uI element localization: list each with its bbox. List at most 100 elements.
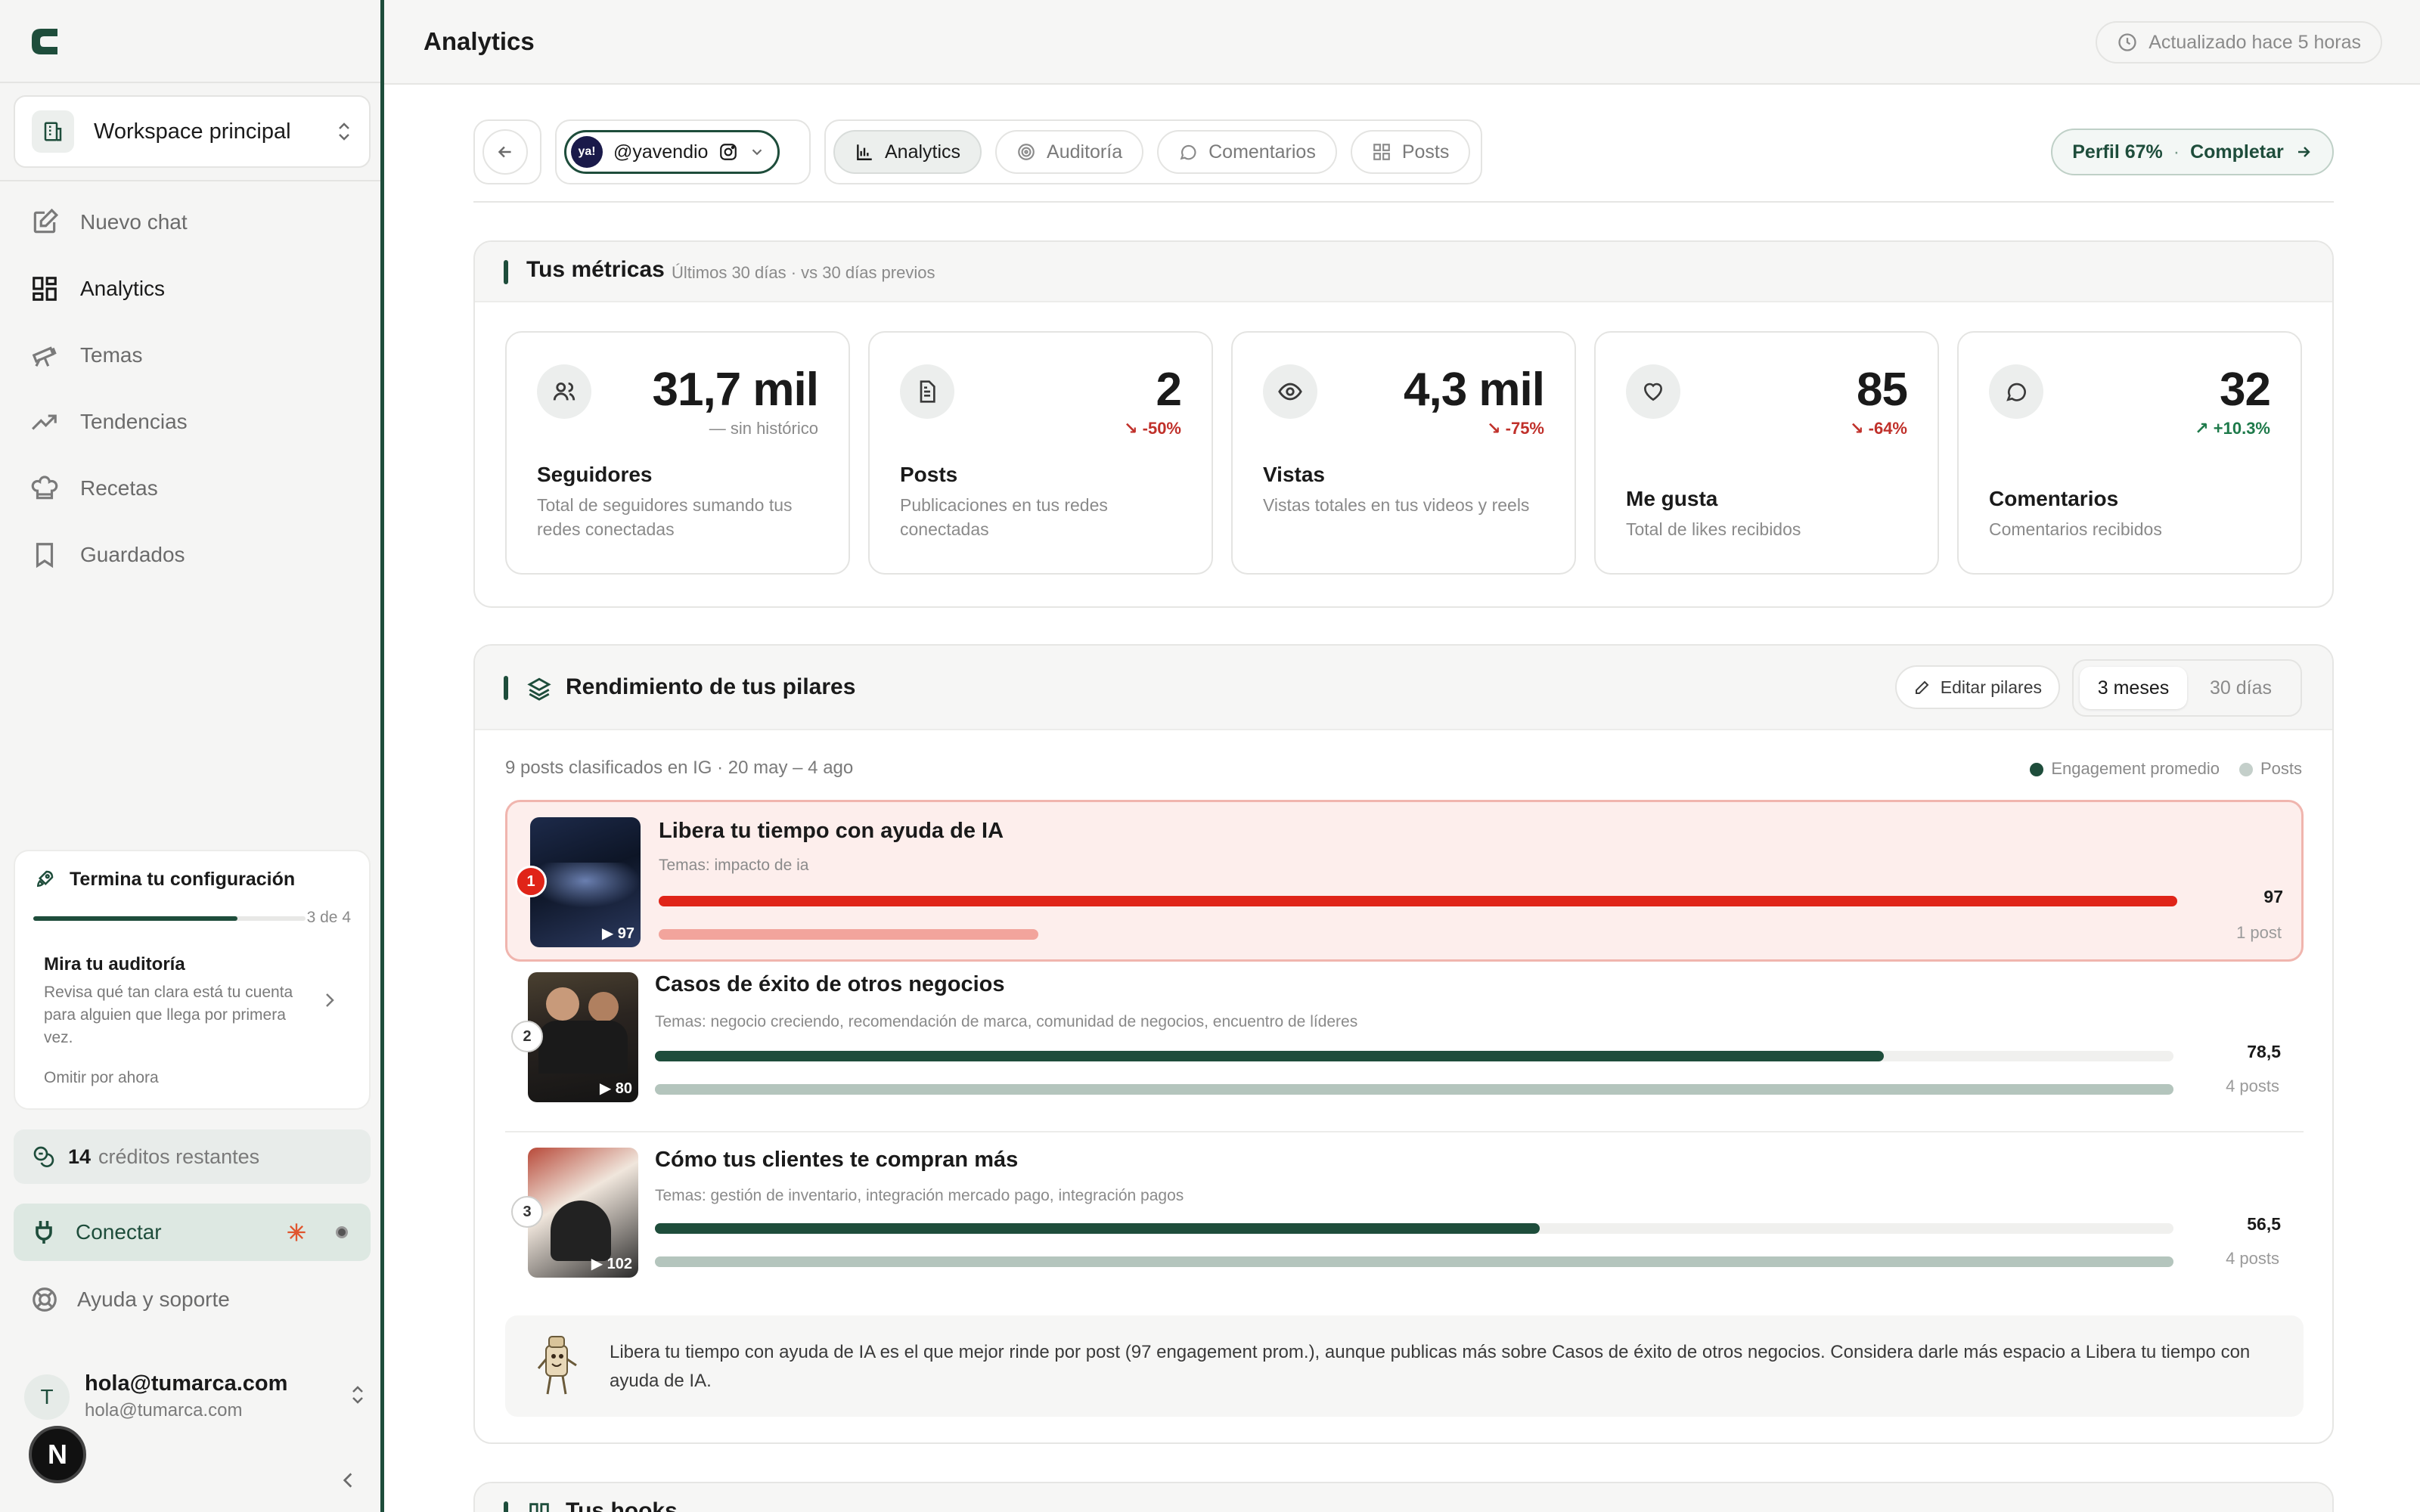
sidebar-item-analytics[interactable]: Analytics	[14, 262, 371, 316]
metric-card-vistas[interactable]: 4,3 mil ↘ -75% Vistas Vistas totales en …	[1231, 331, 1576, 575]
sidebar-item-recetas[interactable]: Recetas	[14, 461, 371, 516]
accent-bar	[504, 1501, 508, 1512]
pillar-score: 78,5	[2247, 1042, 2281, 1061]
thumbnail-views: ▶ 80	[599, 1080, 632, 1097]
tab-comentarios[interactable]: Comentarios	[1157, 130, 1337, 174]
sidebar-item-temas[interactable]: Temas	[14, 328, 371, 383]
chevron-down-icon	[752, 149, 762, 156]
chef-hat-icon	[31, 476, 58, 500]
metric-card-comentarios[interactable]: 32 ↗ +10.3% Comentarios Comentarios reci…	[1957, 331, 2302, 575]
engagement-bar	[655, 1223, 1540, 1234]
sidebar-item-tendencias[interactable]: Tendencias	[14, 395, 371, 449]
edit-pillars-button[interactable]: Editar pilares	[1894, 665, 2060, 709]
hooks-title: Tus hooks	[566, 1498, 678, 1512]
rank-badge: 3	[511, 1196, 543, 1228]
grid-icon	[33, 277, 57, 301]
pillar-row[interactable]: ▶ 80 2 Casos de éxito de otros negocios …	[505, 972, 2304, 1123]
thumbnail-views: ▶ 102	[591, 1256, 632, 1272]
status-dot-icon	[336, 1226, 348, 1238]
hooks-section: Tus hooks	[473, 1482, 2334, 1512]
engagement-bar-track	[655, 1223, 2173, 1234]
setup-progress-fill	[33, 916, 237, 921]
user-name: hola@tumarca.com	[85, 1371, 288, 1396]
posts-bar	[655, 1256, 2173, 1267]
legend-posts: Posts	[2238, 759, 2302, 779]
metrics-section: Tus métricas Últimos 30 días · vs 30 día…	[473, 240, 2334, 608]
account-handle: @yavendio	[613, 141, 709, 163]
metric-card-posts[interactable]: 2 ↘ -50% Posts Publicaciones en tus rede…	[868, 331, 1213, 575]
pillar-topics: Temas: negocio creciendo, recomendación …	[655, 1013, 1358, 1030]
view-tabs: Analytics Auditoría Comentarios Posts	[824, 119, 1482, 184]
back-button[interactable]	[482, 129, 528, 175]
pillars-title: Rendimiento de tus pilares	[566, 674, 856, 699]
dev-badge[interactable]: N	[29, 1426, 86, 1483]
metric-value: 85	[1857, 364, 1908, 416]
help-link[interactable]: Ayuda y soporte	[30, 1285, 230, 1314]
setup-title: Termina tu configuración	[33, 868, 295, 891]
metric-card-seguidores[interactable]: 31,7 mil — sin histórico Seguidores Tota…	[505, 331, 850, 575]
insight-box: Libera tu tiempo con ayuda de IA es el q…	[505, 1315, 2304, 1417]
credits-label: créditos restantes	[98, 1145, 260, 1168]
pillar-score: 56,5	[2247, 1214, 2281, 1234]
metric-value: 2	[1156, 364, 1182, 416]
trending-icon	[32, 414, 57, 430]
sidebar-item-label: Tendencias	[80, 410, 188, 433]
range-30-dias[interactable]: 30 días	[2187, 667, 2294, 709]
bookmark-icon	[36, 543, 54, 569]
metric-name: Vistas	[1263, 463, 1325, 486]
legend-label: Posts	[2260, 759, 2302, 778]
sidebar-item-nuevo-chat[interactable]: Nuevo chat	[14, 195, 371, 249]
metric-name: Comentarios	[1989, 487, 2119, 510]
building-icon	[32, 110, 74, 153]
skip-link[interactable]: Omitir por ahora	[44, 1069, 159, 1087]
account-selector[interactable]: ya! @yavendio	[564, 130, 780, 174]
metric-delta: ↘ -50%	[1124, 419, 1181, 438]
posts-bar	[655, 1084, 2173, 1095]
eye-icon	[1263, 364, 1317, 419]
engagement-bar-track	[659, 896, 2177, 906]
legend-label: Engagement promedio	[2051, 759, 2220, 778]
accent-bar	[504, 260, 508, 284]
complete-profile-button[interactable]: Perfil 67% · Completar	[2051, 129, 2334, 175]
pillar-row[interactable]: ▶ 102 3 Cómo tus clientes te compran más…	[505, 1148, 2304, 1284]
collapse-sidebar-icon[interactable]	[339, 1470, 357, 1491]
sidebar-item-guardados[interactable]: Guardados	[14, 528, 371, 582]
pillar-topics: Temas: gestión de inventario, integració…	[655, 1187, 1184, 1204]
audit-step-desc: Revisa qué tan clara está tu cuenta para…	[44, 984, 293, 1046]
grid-icon	[1373, 144, 1390, 160]
post-thumbnail: ▶ 80	[528, 972, 638, 1102]
pillar-title: Libera tu tiempo con ayuda de IA	[659, 819, 1004, 843]
metric-delta: ↗ +10.3%	[2195, 419, 2270, 438]
metric-card-me-gusta[interactable]: 85 ↘ -64% Me gusta Total de likes recibi…	[1594, 331, 1939, 575]
sidebar-item-label: Guardados	[80, 543, 185, 566]
target-icon	[1018, 144, 1035, 160]
pillar-row[interactable]: ▶ 97 1 Libera tu tiempo con ayuda de IA …	[505, 800, 2304, 962]
tab-posts[interactable]: Posts	[1350, 130, 1471, 174]
credits-badge[interactable]: 14 créditos restantes	[14, 1129, 371, 1184]
telescope-icon	[32, 346, 57, 367]
range-3-meses[interactable]: 3 meses	[2080, 667, 2187, 709]
edit-pillars-label: Editar pilares	[1940, 677, 2042, 697]
workspace-selector[interactable]: Workspace principal	[14, 95, 371, 168]
chevron-right-icon[interactable]	[322, 990, 337, 1010]
thumbnail-figure	[546, 987, 579, 1021]
tab-analytics[interactable]: Analytics	[833, 130, 982, 174]
engagement-bar	[659, 896, 2177, 906]
pillars-header: Rendimiento de tus pilares Editar pilare…	[475, 646, 2332, 730]
user-menu[interactable]: T hola@tumarca.com hola@tumarca.com	[24, 1367, 366, 1427]
engagement-bar	[655, 1051, 1885, 1061]
connect-button[interactable]: Conectar	[14, 1204, 371, 1261]
account-logo: ya!	[571, 136, 603, 168]
setup-progress-bar	[33, 916, 306, 921]
legend-dot	[2030, 763, 2044, 777]
metric-desc: Vistas totales en tus videos y reels	[1263, 495, 1530, 515]
tab-label: Analytics	[885, 141, 961, 163]
thumbnail-figure	[551, 1201, 611, 1261]
metric-delta: ↘ -75%	[1487, 419, 1544, 438]
accent-bar	[504, 676, 508, 700]
coins-icon	[33, 1146, 54, 1167]
thumbnail-glow	[530, 863, 641, 908]
app-logo[interactable]	[27, 23, 62, 60]
tab-auditoria[interactable]: Auditoría	[995, 130, 1144, 174]
metric-name: Seguidores	[537, 463, 653, 486]
